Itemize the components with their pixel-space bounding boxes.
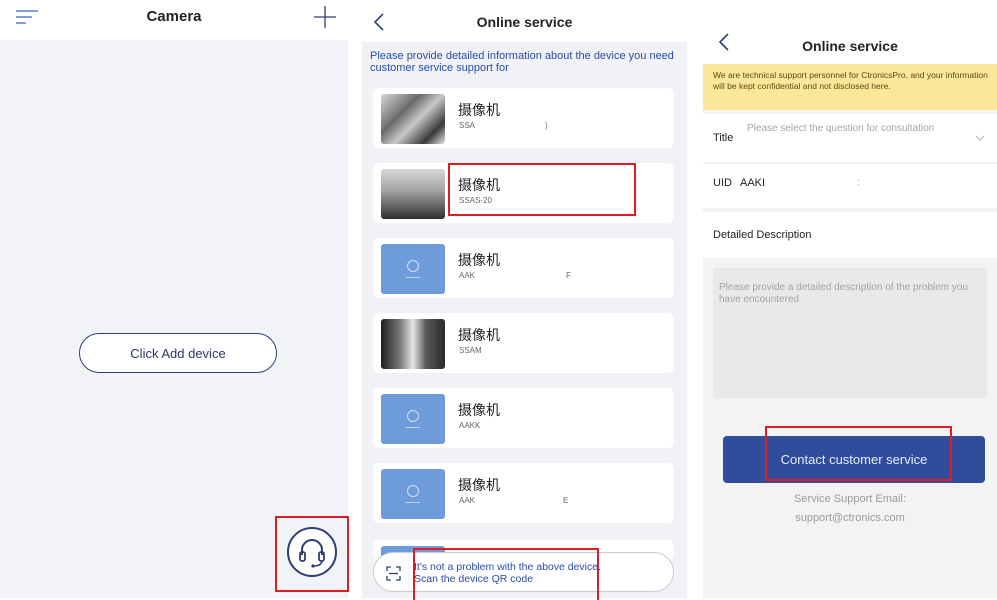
scan-qr-line1: It's not a problem with the above device…: [414, 561, 602, 573]
device-thumbnail: [381, 94, 445, 144]
device-thumbnail: [381, 244, 445, 294]
device-list-screen: Online service Please provide detailed i…: [362, 0, 687, 598]
contact-customer-service-button[interactable]: Contact customer service: [723, 436, 985, 483]
device-id-suffix: F: [566, 271, 571, 280]
support-email-label: Service Support Email:: [794, 493, 906, 505]
scan-qr-line2: Scan the device QR code: [414, 573, 534, 585]
device-id: SSAM: [459, 346, 482, 355]
page-title: Camera: [146, 8, 202, 25]
title-label: Title: [713, 132, 734, 144]
device-card[interactable]: 摄像机 AAK F: [373, 238, 674, 298]
device-name: 摄像机: [458, 402, 500, 418]
device-list-header: Online service: [362, 0, 687, 42]
page-title: Online service: [802, 38, 898, 54]
device-name: 摄像机: [458, 102, 500, 118]
headset-icon[interactable]: [287, 527, 337, 577]
uid-suffix: :: [857, 177, 860, 187]
service-form-screen: Online service We are technical support …: [703, 0, 997, 598]
description-placeholder: Please provide a detailed description of…: [719, 282, 969, 305]
device-id: AAK: [459, 271, 476, 280]
device-id: AAKK: [459, 421, 481, 430]
camera-icon: [407, 410, 419, 422]
scan-qr-button[interactable]: It's not a problem with the above device…: [373, 552, 674, 592]
device-id: SSAS-20: [459, 196, 492, 205]
device-card[interactable]: 摄像机 AAK E: [373, 463, 674, 523]
device-id-suffix: ): [545, 121, 548, 130]
camera-header: Camera: [0, 0, 348, 40]
plus-icon[interactable]: [314, 6, 336, 28]
device-name: 摄像机: [458, 177, 500, 193]
page-title: Online service: [476, 14, 573, 30]
device-thumbnail: [381, 169, 445, 219]
description-textarea[interactable]: Please provide a detailed description of…: [713, 268, 987, 398]
support-email-address: support@ctronics.com: [795, 512, 905, 524]
description-label: Detailed Description: [713, 229, 812, 241]
device-card[interactable]: 摄像机 SSAS-20: [373, 163, 674, 223]
uid-value: AAKI: [740, 177, 766, 189]
chevron-down-icon: [975, 135, 985, 141]
service-form-header: Online service: [703, 0, 997, 64]
device-name: 摄像机: [458, 327, 500, 343]
title-placeholder: Please select the question for consultat…: [747, 123, 935, 134]
camera-screen: Camera Click Add device: [0, 0, 348, 598]
scan-icon: [386, 566, 401, 581]
camera-icon: [407, 260, 419, 272]
device-name: 摄像机: [458, 477, 500, 493]
description-header: Detailed Description: [703, 212, 997, 258]
notice-banner: We are technical support personnel for C…: [703, 64, 997, 110]
device-id: SSA: [459, 121, 476, 130]
device-card[interactable]: 摄像机 AAKK: [373, 388, 674, 448]
uid-field[interactable]: UID AAKI :: [703, 164, 997, 208]
device-id: AAK: [459, 496, 476, 505]
device-id-suffix: E: [563, 496, 569, 505]
add-device-button[interactable]: Click Add device: [79, 333, 277, 373]
scan-qr-text: It's not a problem with the above device…: [414, 561, 601, 585]
instruction-text: Please provide detailed information abou…: [370, 50, 674, 74]
uid-label: UID: [713, 177, 732, 189]
device-thumbnail: [381, 469, 445, 519]
device-card[interactable]: 摄像机 SSAM: [373, 313, 674, 373]
title-select[interactable]: Title Please select the question for con…: [703, 114, 997, 162]
device-thumbnail: [381, 394, 445, 444]
device-thumbnail: [381, 319, 445, 369]
notice-text: We are technical support personnel for C…: [713, 70, 988, 91]
device-card[interactable]: 摄像机 SSA ): [373, 88, 674, 148]
camera-icon: [407, 485, 419, 497]
device-name: 摄像机: [458, 252, 500, 268]
